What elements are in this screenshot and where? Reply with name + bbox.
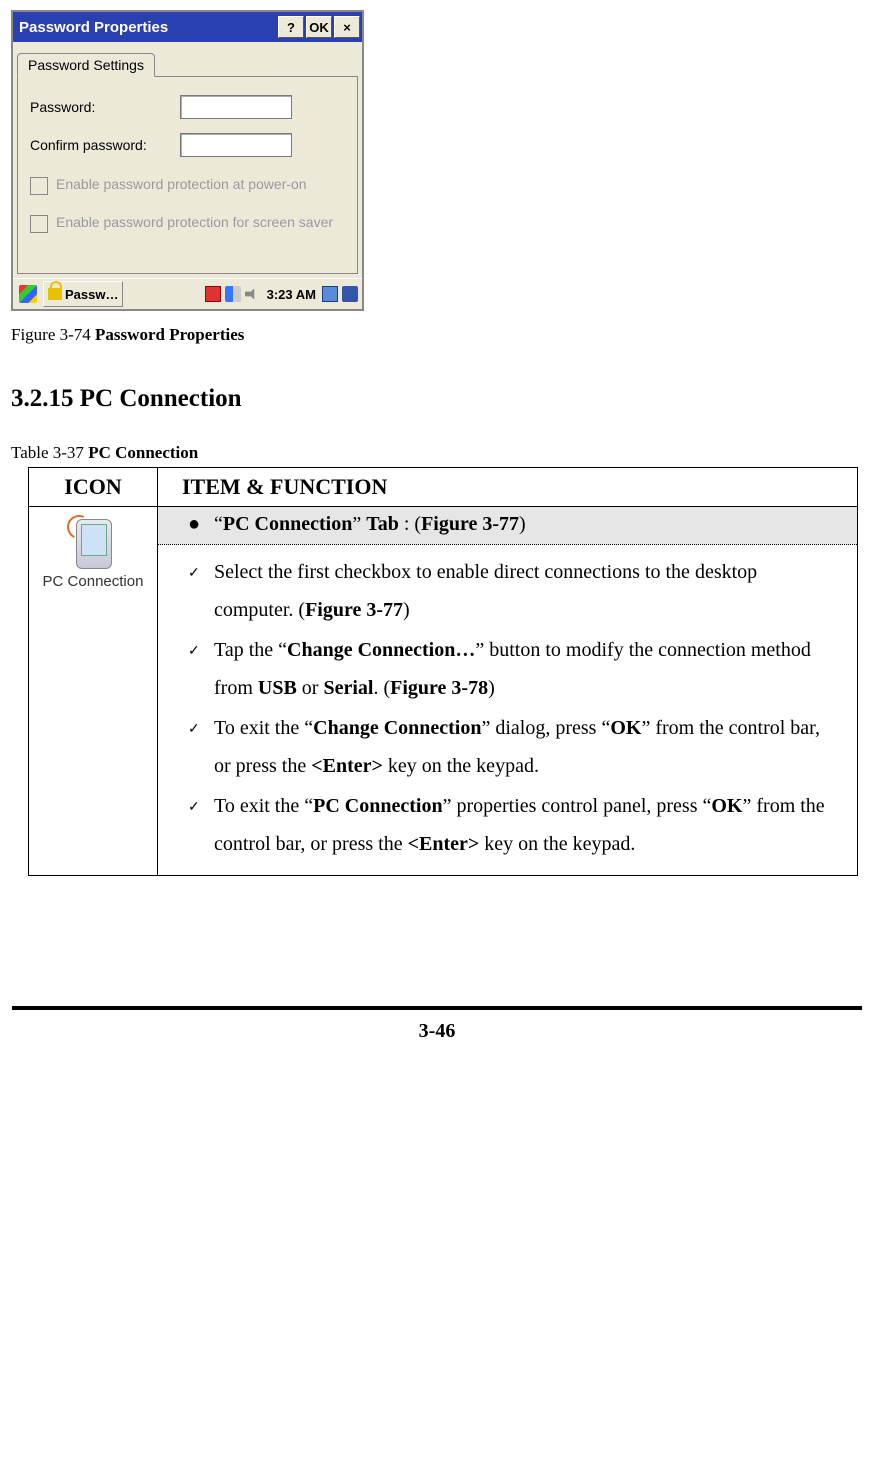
checkbox-screensaver-label: Enable password protection for screen sa… <box>56 213 333 231</box>
function-table: ICON ITEM & FUNCTION PC Connection ● “PC… <box>28 467 858 876</box>
system-tray: 3:23 AM <box>203 286 360 302</box>
check-icon: ✓ <box>188 709 214 785</box>
items-body: ✓Select the first checkbox to enable dir… <box>158 545 857 875</box>
tray-battery-icon[interactable] <box>322 286 338 302</box>
checkbox-poweron[interactable] <box>30 177 48 195</box>
tray-desktop-icon[interactable] <box>342 286 358 302</box>
list-item: ✓To exit the “PC Connection” properties … <box>188 787 841 863</box>
page-number: 3-46 <box>0 1020 874 1043</box>
confirm-password-label: Confirm password: <box>30 137 180 153</box>
taskbar-app-button[interactable]: Passw… <box>43 281 123 307</box>
close-button[interactable]: × <box>334 16 360 38</box>
check-icon: ✓ <box>188 553 214 629</box>
checkbox-poweron-row: Enable password protection at power-on <box>30 175 345 195</box>
dialog-title: Password Properties <box>19 19 278 36</box>
list-item-text: Select the first checkbox to enable dire… <box>214 553 841 629</box>
lock-icon <box>48 288 62 300</box>
table-caption-prefix: Table 3-37 <box>11 443 88 462</box>
section-heading: 3.2.15 PC Connection <box>11 385 864 413</box>
clock: 3:23 AM <box>267 287 316 302</box>
password-properties-dialog: Password Properties ? OK × Password Sett… <box>11 10 364 311</box>
check-icon: ✓ <box>188 631 214 707</box>
help-button[interactable]: ? <box>278 16 304 38</box>
list-item: ✓Tap the “Change Connection…” button to … <box>188 631 841 707</box>
col-header-item: ITEM & FUNCTION <box>158 468 858 507</box>
table-caption-title: PC Connection <box>88 443 198 462</box>
pc-connection-icon <box>73 517 113 569</box>
footer-rule <box>12 1006 862 1010</box>
dialog-titlebar: Password Properties ? OK × <box>13 12 362 42</box>
list-item-text: Tap the “Change Connection…” button to m… <box>214 631 841 707</box>
taskbar: Passw… 3:23 AM <box>13 278 362 309</box>
tab-password-settings[interactable]: Password Settings <box>17 53 155 77</box>
windows-flag-icon <box>19 285 37 303</box>
ok-button[interactable]: OK <box>306 16 332 38</box>
check-icon: ✓ <box>188 787 214 863</box>
tray-network-icon[interactable] <box>225 286 241 302</box>
list-item: ✓Select the first checkbox to enable dir… <box>188 553 841 629</box>
checkbox-poweron-label: Enable password protection at power-on <box>56 175 307 193</box>
tray-volume-icon[interactable] <box>245 286 261 302</box>
icon-label: PC Connection <box>33 573 153 590</box>
list-item: ✓To exit the “Change Connection” dialog,… <box>188 709 841 785</box>
tray-status-icon[interactable] <box>205 286 221 302</box>
checkbox-screensaver[interactable] <box>30 215 48 233</box>
list-item-text: To exit the “PC Connection” properties c… <box>214 787 841 863</box>
tab-body: Password: Confirm password: Enable passw… <box>17 76 358 274</box>
confirm-password-input[interactable] <box>180 133 292 157</box>
bullet-icon: ● <box>188 513 214 536</box>
figure-caption: Figure 3-74 Password Properties <box>11 325 864 345</box>
col-header-icon: ICON <box>29 468 158 507</box>
list-item-text: To exit the “Change Connection” dialog, … <box>214 709 841 785</box>
tab-header-row: ● “PC Connection” Tab : (Figure 3-77) <box>158 507 857 545</box>
figure-caption-prefix: Figure 3-74 <box>11 325 95 344</box>
figure-caption-title: Password Properties <box>95 325 244 344</box>
start-button[interactable] <box>15 282 41 306</box>
tab-line-text: “PC Connection” Tab : (Figure 3-77) <box>214 513 526 536</box>
tab-strip: Password Settings <box>13 42 362 76</box>
taskbar-app-label: Passw… <box>65 287 118 302</box>
icon-cell: PC Connection <box>29 507 158 876</box>
password-label: Password: <box>30 99 180 115</box>
table-caption: Table 3-37 PC Connection <box>11 443 864 463</box>
checkbox-screensaver-row: Enable password protection for screen sa… <box>30 213 345 233</box>
password-input[interactable] <box>180 95 292 119</box>
